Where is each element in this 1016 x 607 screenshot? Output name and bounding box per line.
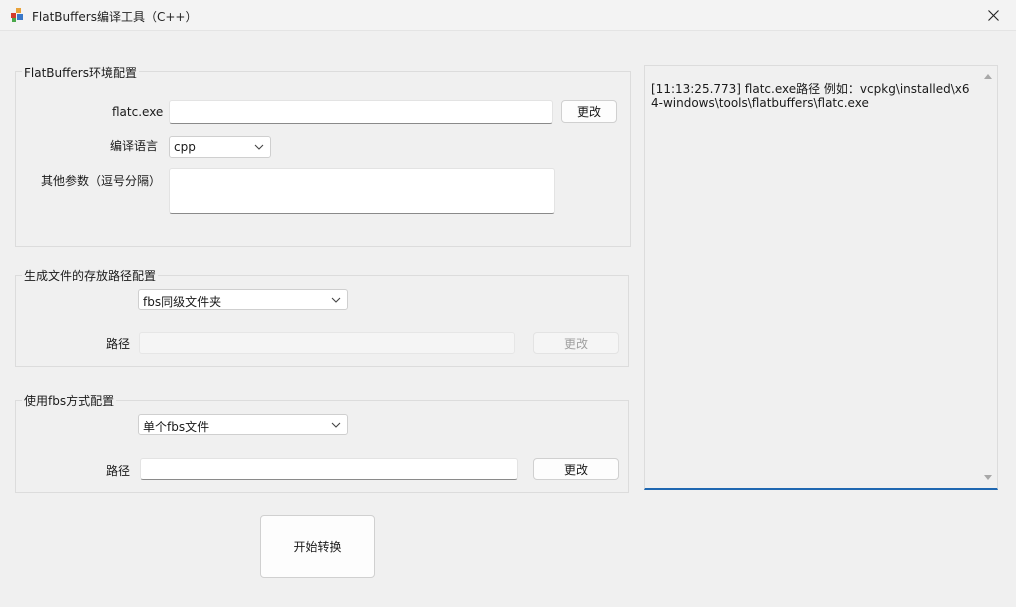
params-label: 其他参数（逗号分隔） <box>41 174 162 188</box>
scroll-down-arrow-icon[interactable] <box>983 474 993 482</box>
flatc-path-input[interactable] <box>169 100 553 124</box>
lang-select[interactable]: cpp <box>169 136 271 158</box>
params-input[interactable] <box>169 168 555 214</box>
env-config-group-title: FlatBuffers环境配置 <box>22 64 139 81</box>
lang-label: 编译语言 <box>110 139 159 153</box>
flatc-change-button[interactable]: 更改 <box>561 100 617 123</box>
chevron-down-icon <box>331 297 341 303</box>
chevron-down-icon <box>254 144 264 150</box>
output-change-button[interactable]: 更改 <box>533 332 619 354</box>
env-config-group <box>15 71 631 247</box>
fbs-path-input[interactable] <box>140 458 518 480</box>
fbs-mode-select-value: 单个fbs文件 <box>143 420 210 434</box>
output-path-input[interactable] <box>139 332 515 354</box>
scroll-up-arrow-icon[interactable] <box>983 72 993 80</box>
title-bar: FlatBuffers编译工具（C++） <box>0 0 1016 31</box>
log-panel[interactable]: [11:13:25.773] flatc.exe路径 例如：vcpkg\inst… <box>644 65 998 490</box>
close-button[interactable] <box>970 0 1016 31</box>
start-convert-button[interactable]: 开始转换 <box>260 515 375 578</box>
close-icon <box>987 10 999 21</box>
fbs-config-group-title: 使用fbs方式配置 <box>22 392 117 409</box>
fbs-change-button[interactable]: 更改 <box>533 458 619 480</box>
flatc-label: flatc.exe <box>112 105 164 119</box>
fbs-mode-select[interactable]: 单个fbs文件 <box>138 414 348 435</box>
window-title: FlatBuffers编译工具（C++） <box>32 10 198 24</box>
colored-blocks-icon <box>11 8 23 22</box>
log-text: [11:13:25.773] flatc.exe路径 例如：vcpkg\inst… <box>651 82 970 110</box>
output-mode-select-value: fbs同级文件夹 <box>143 295 222 309</box>
output-path-label: 路径 <box>106 337 131 351</box>
chevron-down-icon <box>331 422 341 428</box>
lang-select-value: cpp <box>174 140 196 154</box>
output-mode-select[interactable]: fbs同级文件夹 <box>138 289 348 310</box>
output-config-group-title: 生成文件的存放路径配置 <box>22 267 159 284</box>
fbs-path-label: 路径 <box>106 464 131 478</box>
